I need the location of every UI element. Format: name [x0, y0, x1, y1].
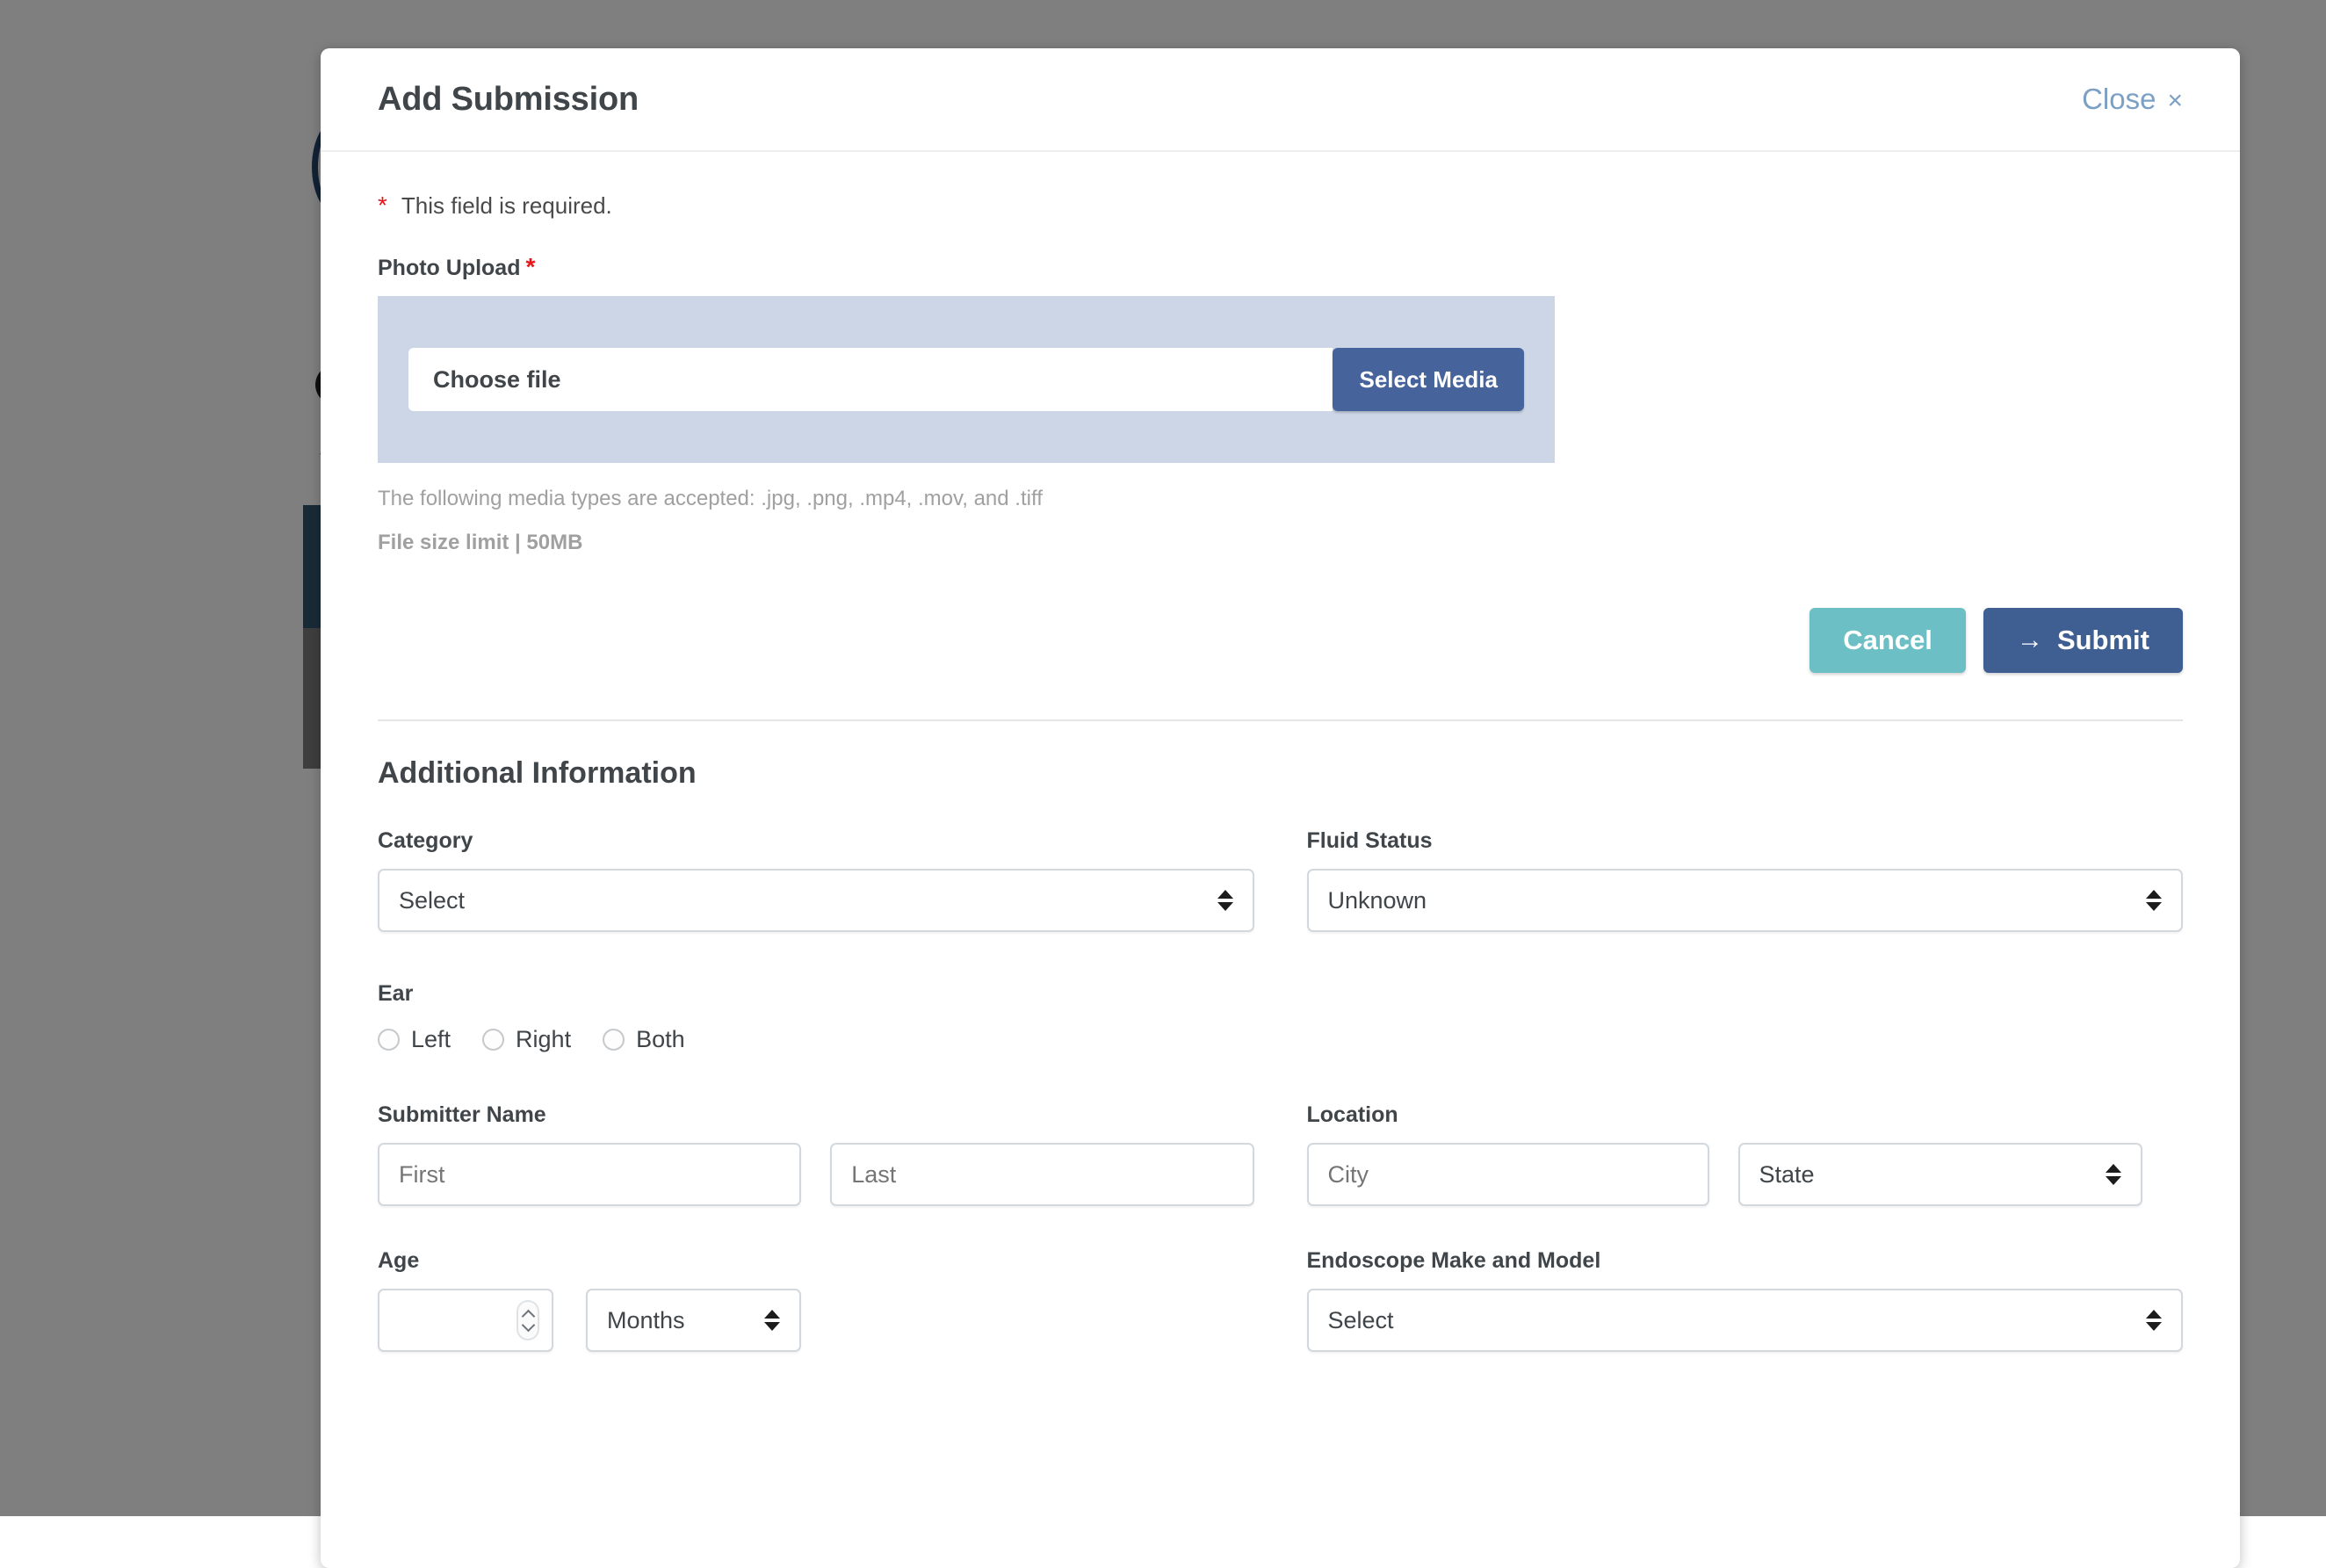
close-icon: ×: [2167, 86, 2183, 116]
fluid-status-select[interactable]: Unknown: [1307, 869, 2184, 932]
required-field-note-text: This field is required.: [401, 192, 612, 220]
arrow-right-icon: →: [2017, 627, 2043, 654]
stepper-down-icon: [524, 1323, 533, 1329]
submitter-name-label: Submitter Name: [378, 1102, 1254, 1128]
ear-radio-group: Left Right Both: [378, 1026, 2183, 1053]
spacer: [378, 932, 2183, 981]
radio-circle-icon: [482, 1029, 504, 1051]
photo-upload-label: Photo Upload*: [378, 255, 2183, 281]
row-name-location: Submitter Name Location State: [378, 1102, 2183, 1206]
select-media-button[interactable]: Select Media: [1333, 348, 1524, 411]
photo-upload-panel: Choose file Select Media: [378, 296, 1555, 463]
state-select-value: State: [1759, 1161, 1815, 1189]
choose-file-input[interactable]: Choose file: [408, 348, 1333, 411]
fluid-status-label: Fluid Status: [1307, 828, 2184, 854]
accepted-media-types-text: The following media types are accepted: …: [378, 487, 2183, 511]
submit-button-label: Submit: [2057, 625, 2149, 656]
modal-action-row: Cancel → Submit: [378, 608, 2183, 673]
chevron-updown-icon: [2106, 1164, 2121, 1185]
category-select[interactable]: Select: [378, 869, 1254, 932]
required-field-note: * This field is required.: [378, 192, 2183, 220]
endoscope-select[interactable]: Select: [1307, 1289, 2184, 1352]
age-inputs: Months: [378, 1289, 1254, 1352]
file-input-group: Choose file Select Media: [408, 348, 1524, 411]
fluid-status-select-value: Unknown: [1328, 887, 1427, 914]
age-unit-select[interactable]: Months: [586, 1289, 801, 1352]
submitter-name-inputs: [378, 1143, 1254, 1206]
chevron-updown-icon: [1217, 890, 1233, 911]
required-asterisk-icon: *: [378, 193, 387, 218]
ear-radio-right-label: Right: [516, 1026, 571, 1053]
category-select-value: Select: [399, 887, 465, 914]
chevron-updown-icon: [2146, 890, 2162, 911]
age-label: Age: [378, 1248, 1254, 1274]
radio-circle-icon: [378, 1029, 400, 1051]
field-category: Category Select: [378, 828, 1254, 932]
category-label: Category: [378, 828, 1254, 854]
photo-upload-required-icon: *: [525, 253, 535, 280]
add-submission-modal: Add Submission Close × * This field is r…: [321, 48, 2240, 1568]
age-number-wrapper: [378, 1289, 553, 1352]
spacer: [378, 1053, 2183, 1102]
endoscope-select-value: Select: [1328, 1307, 1394, 1334]
ear-radio-both[interactable]: Both: [603, 1026, 685, 1053]
endoscope-label: Endoscope Make and Model: [1307, 1248, 2184, 1274]
field-age: Age Months: [378, 1248, 1254, 1352]
field-submitter-name: Submitter Name: [378, 1102, 1254, 1206]
submit-button[interactable]: → Submit: [1983, 608, 2183, 673]
field-ear: Ear Left Right Both: [378, 981, 2183, 1053]
ear-radio-right[interactable]: Right: [482, 1026, 571, 1053]
field-fluid-status: Fluid Status Unknown: [1307, 828, 2184, 932]
chevron-updown-icon: [2146, 1310, 2162, 1331]
age-stepper[interactable]: [516, 1300, 539, 1340]
row-age-endoscope: Age Months Endoscope M: [378, 1248, 2183, 1352]
page-title: Add Submission: [378, 81, 639, 119]
file-size-limit-text: File size limit | 50MB: [378, 531, 2183, 555]
radio-circle-icon: [603, 1029, 625, 1051]
cancel-button[interactable]: Cancel: [1810, 608, 1966, 673]
spacer: [378, 1206, 2183, 1248]
ear-label: Ear: [378, 981, 2183, 1007]
field-location: Location State: [1307, 1102, 2184, 1206]
modal-body: * This field is required. Photo Upload * …: [321, 152, 2240, 1352]
additional-information-title: Additional Information: [378, 756, 2183, 791]
last-name-input[interactable]: [830, 1143, 1253, 1206]
close-button[interactable]: Close ×: [2082, 83, 2183, 116]
first-name-input[interactable]: [378, 1143, 801, 1206]
ear-radio-both-label: Both: [636, 1026, 685, 1053]
photo-upload-label-text: Photo Upload: [378, 256, 520, 280]
state-select[interactable]: State: [1738, 1143, 2142, 1206]
ear-radio-left-label: Left: [411, 1026, 451, 1053]
ear-radio-left[interactable]: Left: [378, 1026, 451, 1053]
close-button-label: Close: [2082, 83, 2156, 116]
stepper-up-icon: [524, 1311, 533, 1318]
section-divider: [378, 719, 2183, 721]
row-category-fluid: Category Select Fluid Status Unknown: [378, 828, 2183, 932]
location-label: Location: [1307, 1102, 2184, 1128]
age-unit-select-value: Months: [607, 1307, 685, 1334]
location-inputs: State: [1307, 1143, 2184, 1206]
field-endoscope: Endoscope Make and Model Select: [1307, 1248, 2184, 1352]
modal-header: Add Submission Close ×: [321, 48, 2240, 152]
chevron-updown-icon: [764, 1310, 780, 1331]
city-input[interactable]: [1307, 1143, 1709, 1206]
